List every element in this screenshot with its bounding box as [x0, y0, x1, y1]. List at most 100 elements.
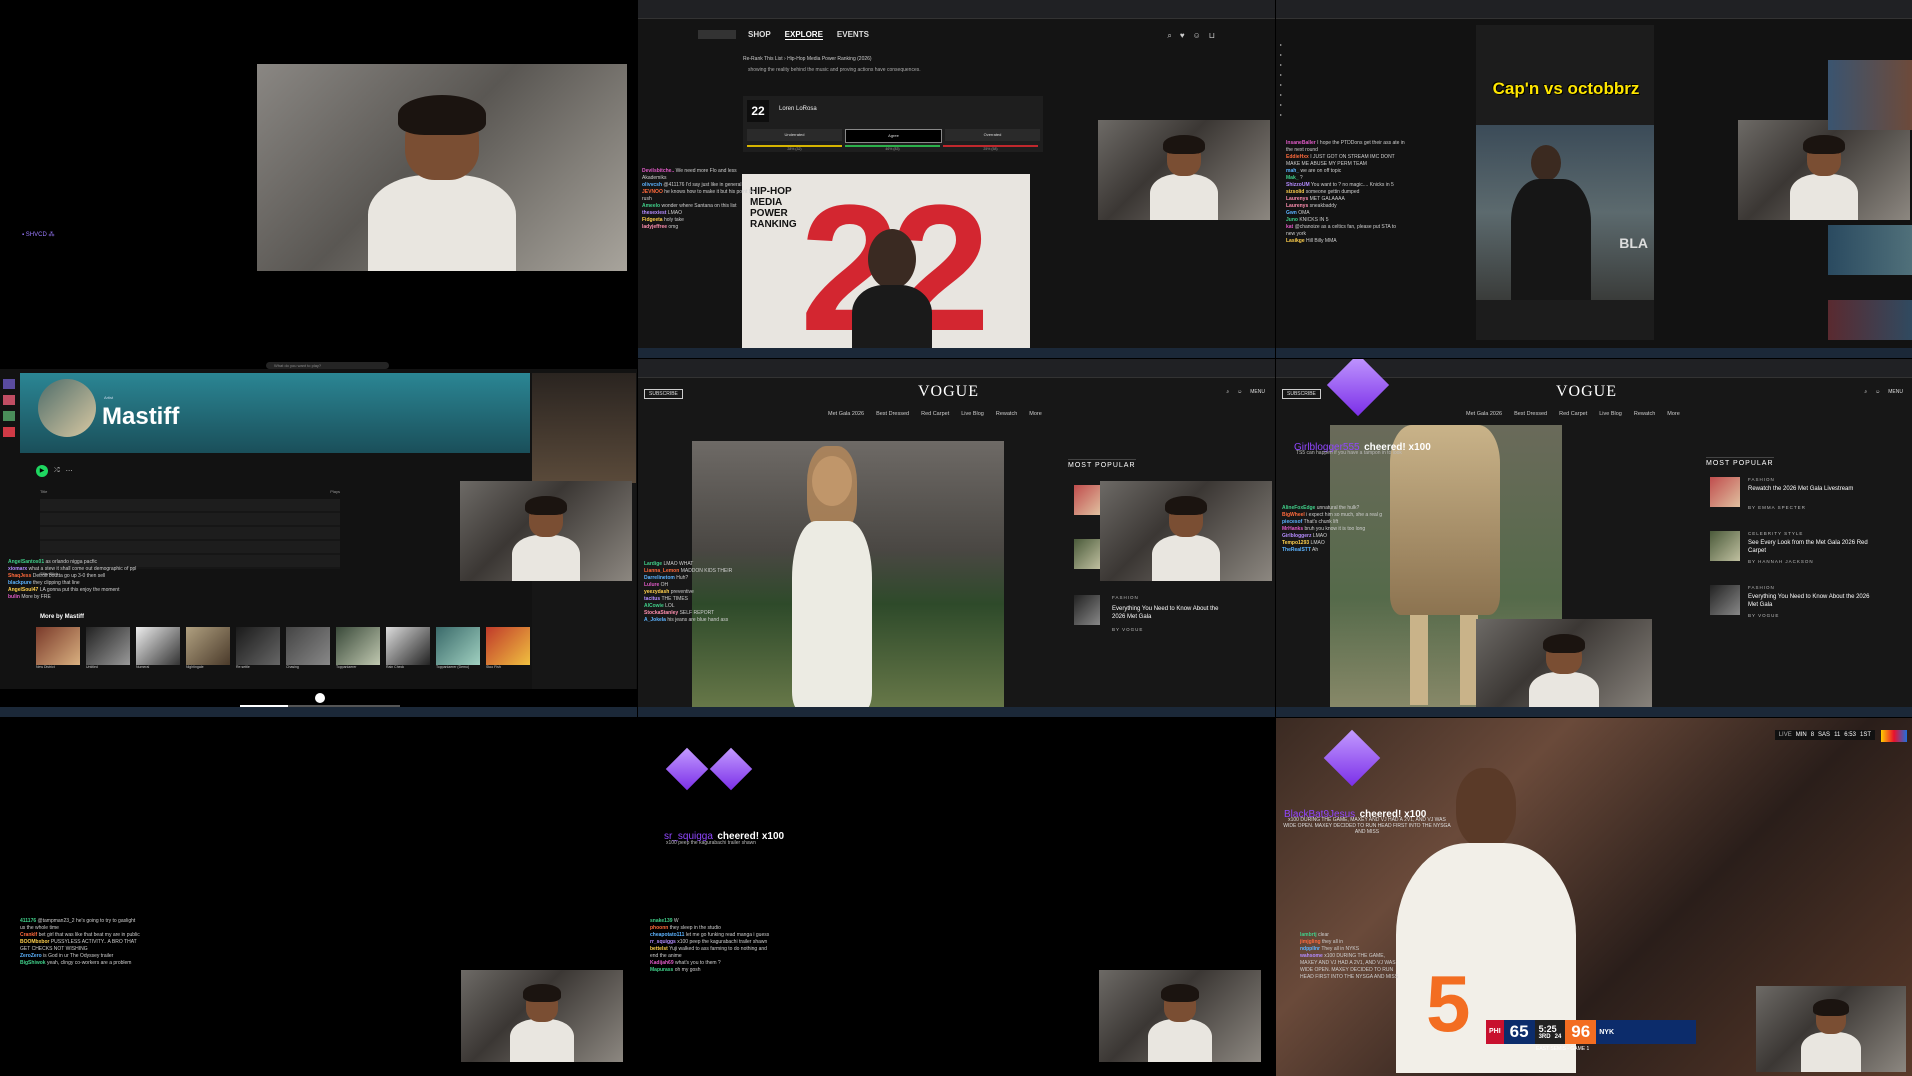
- chat-line: Lianna_Lemon MADDON KIDS THEIR: [644, 568, 733, 574]
- vote-pct-underrated: 28% (32): [747, 145, 842, 151]
- artist-name: Mastiff: [102, 403, 180, 430]
- popular-thumb[interactable]: [1074, 485, 1100, 515]
- search-input[interactable]: What do you want to play?: [274, 363, 321, 368]
- vote-agree-button[interactable]: Agree: [845, 129, 942, 143]
- library-item[interactable]: [3, 411, 15, 421]
- article-title[interactable]: Everything You Need to Know About the 20…: [1112, 605, 1222, 621]
- album-card[interactable]: Numeral: [136, 627, 180, 669]
- webcam-feed: [1756, 986, 1906, 1072]
- sidebar-item[interactable]: ▸: [1280, 70, 1310, 80]
- nav-events[interactable]: EVENTS: [837, 30, 869, 40]
- subscribe-button[interactable]: SUBSCRIBE: [1282, 389, 1321, 399]
- search-icon[interactable]: ⌕: [1226, 389, 1229, 395]
- nav-more[interactable]: More: [1029, 411, 1042, 417]
- library-item[interactable]: [3, 427, 15, 437]
- popular-article[interactable]: CELEBRITY STYLE See Every Look from the …: [1710, 531, 1880, 585]
- sidebar-item[interactable]: ▸: [1280, 50, 1310, 60]
- sidebar-item[interactable]: ▸: [1280, 80, 1310, 90]
- album-card[interactable]: Nightingale: [186, 627, 230, 669]
- sidebar-item[interactable]: ▸: [1280, 110, 1310, 120]
- browser-toolbar[interactable]: [638, 0, 1275, 19]
- nav-rewatch[interactable]: Rewatch: [1634, 411, 1655, 417]
- album-card[interactable]: Untitled: [86, 627, 130, 669]
- album-card[interactable]: Re:settle: [236, 627, 280, 669]
- library-item[interactable]: [3, 379, 15, 389]
- account-icon[interactable]: ☺: [1875, 389, 1880, 395]
- search-icon[interactable]: ⌕: [1167, 31, 1171, 41]
- heart-icon[interactable]: ♥: [1180, 31, 1185, 41]
- nav-met-gala[interactable]: Met Gala 2026: [828, 411, 864, 417]
- chat-line: Girlbloggerz LMAO: [1282, 533, 1328, 539]
- popular-thumb[interactable]: [1710, 477, 1740, 507]
- library-sidebar: [0, 373, 18, 703]
- play-button[interactable]: ▶: [36, 465, 48, 477]
- browser-toolbar[interactable]: [638, 359, 1275, 378]
- taskbar[interactable]: [638, 348, 1275, 358]
- chat-line: EddieHxx I JUST GOT ON STREAM IMC DONT M…: [1286, 154, 1395, 167]
- menu-button[interactable]: MENU: [1250, 389, 1265, 395]
- taskbar[interactable]: [1276, 707, 1912, 717]
- nav-met-gala[interactable]: Met Gala 2026: [1466, 411, 1502, 417]
- sidebar-item[interactable]: ▸: [1280, 40, 1310, 50]
- nav-explore[interactable]: EXPLORE: [784, 30, 823, 40]
- search-bar[interactable]: What do you want to play?: [266, 362, 389, 369]
- video-player[interactable]: Cap'n vs octobbrz BLA: [1476, 25, 1654, 340]
- nav-red-carpet[interactable]: Red Carpet: [921, 411, 949, 417]
- site-logo[interactable]: [698, 30, 736, 39]
- album-card[interactable]: Toppanlaerer (Demo): [436, 627, 480, 669]
- subscribe-button[interactable]: SUBSCRIBE: [644, 389, 683, 399]
- thumbnail-strip[interactable]: [1828, 225, 1912, 275]
- nav-red-carpet[interactable]: Red Carpet: [1559, 411, 1587, 417]
- album-card[interactable]: Toppanlaerer: [336, 627, 380, 669]
- webcam-feed: [1476, 619, 1652, 717]
- nav-rewatch[interactable]: Rewatch: [996, 411, 1017, 417]
- popular-thumb[interactable]: [1074, 539, 1100, 569]
- popular-thumb[interactable]: [1074, 595, 1100, 625]
- nav-best-dressed[interactable]: Best Dressed: [1514, 411, 1547, 417]
- sidebar-item[interactable]: ▸: [1280, 60, 1310, 70]
- artist-portrait: [532, 373, 636, 483]
- vogue-logo[interactable]: VOGUE: [1556, 383, 1617, 401]
- popular-article[interactable]: FASHION Rewatch the 2026 Met Gala Livest…: [1710, 477, 1880, 531]
- nav-more[interactable]: More: [1667, 411, 1680, 417]
- browser-toolbar[interactable]: [1276, 0, 1912, 19]
- taskbar[interactable]: [638, 707, 1275, 717]
- article-byline: BY VOGUE: [1112, 627, 1144, 632]
- nav-live-blog[interactable]: Live Blog: [1599, 411, 1622, 417]
- search-icon[interactable]: ⌕: [1864, 389, 1867, 395]
- popular-thumb[interactable]: [1710, 585, 1740, 615]
- shuffle-icon[interactable]: ⤮: [54, 467, 60, 475]
- breadcrumb[interactable]: Re-Rank This List › Hip-Hop Media Power …: [743, 56, 872, 62]
- album-card[interactable]: New District: [36, 627, 80, 669]
- album-card[interactable]: Chasing: [286, 627, 330, 669]
- nav-best-dressed[interactable]: Best Dressed: [876, 411, 909, 417]
- sidebar-item[interactable]: ▸: [1280, 90, 1310, 100]
- most-popular-heading: MOST POPULAR: [1706, 457, 1774, 467]
- cart-icon[interactable]: ⊔: [1209, 31, 1215, 41]
- hero-photo[interactable]: [692, 441, 1004, 713]
- chat-overlay: Lardige LMAO WHAT Lianna_Lemon MADDON KI…: [644, 561, 734, 624]
- vote-overrated-button[interactable]: Overrated: [945, 129, 1040, 141]
- library-item[interactable]: [3, 395, 15, 405]
- vogue-logo[interactable]: VOGUE: [918, 383, 979, 401]
- taskbar[interactable]: [1276, 348, 1912, 358]
- account-icon[interactable]: ☺: [1237, 389, 1242, 395]
- thumbnail-strip[interactable]: [1828, 60, 1912, 130]
- player-bar[interactable]: [0, 689, 637, 707]
- menu-button[interactable]: MENU: [1888, 389, 1903, 395]
- user-icon[interactable]: ☺: [1193, 31, 1201, 41]
- thumbnail-strip[interactable]: [1828, 300, 1912, 340]
- nav-live-blog[interactable]: Live Blog: [961, 411, 984, 417]
- sidebar-item[interactable]: ▸: [1280, 100, 1310, 110]
- webcam-feed: [1099, 970, 1261, 1062]
- nav-shop[interactable]: SHOP: [748, 30, 771, 40]
- taskbar[interactable]: [0, 707, 637, 717]
- play-pause-button[interactable]: [315, 693, 325, 703]
- vote-underrated-button[interactable]: Underrated: [747, 129, 842, 141]
- album-card[interactable]: Rain Check: [386, 627, 430, 669]
- more-icon[interactable]: ⋯: [66, 467, 73, 475]
- popular-article[interactable]: FASHION Everything You Need to Know Abou…: [1710, 585, 1880, 639]
- stream-tile-7: 411176 @tampman23_2 he's going to try to…: [0, 718, 637, 1076]
- popular-thumb[interactable]: [1710, 531, 1740, 561]
- album-card[interactable]: Stoo Fish: [486, 627, 530, 669]
